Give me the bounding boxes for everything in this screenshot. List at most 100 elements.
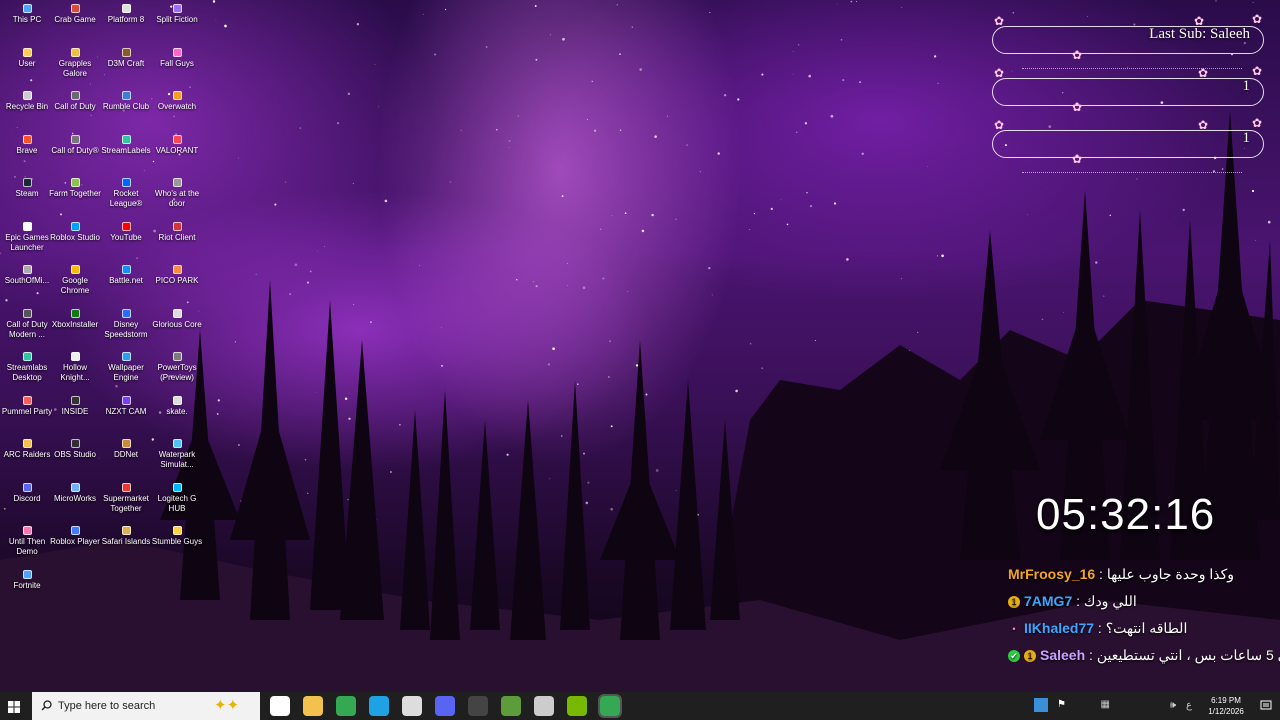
app-icon [172,91,182,100]
volume-icon[interactable]: 🕪 [1170,700,1176,711]
desktop-icon-label: Platform 8 [107,15,145,24]
desktop-icon-who-s-at-the-door[interactable]: Who's at the door [150,176,204,209]
app-icon [172,395,182,405]
desktop-icon-streamlabs-desktop[interactable]: Streamlabs Desktop [0,350,54,383]
desktop-icon-hollow-knight[interactable]: Hollow Knight... [48,350,102,383]
search-placeholder: Type here to search [58,700,156,712]
desktop-icon-recycle-bin[interactable]: Recycle Bin [0,89,54,112]
desktop-icon-inside[interactable]: INSIDE [48,394,102,417]
taskbar-search-box[interactable]: Type here to search ✦✦ [32,692,260,720]
desktop-icon-glorious-core[interactable]: Glorious Core [150,307,204,330]
desktop-icon-nzxt-cam[interactable]: NZXT CAM [99,394,153,417]
network-icon[interactable]: ▦ [1101,699,1110,710]
desktop-icon-until-then-demo[interactable]: Until Then Demo [0,524,54,557]
desktop-icon-grapples-galore[interactable]: Grapples Galore [48,46,102,79]
chat-text: وكذا وحدة جاوب عليها [1106,566,1235,582]
desktop-icon-disney-speedstorm[interactable]: Disney Speedstorm [99,307,153,340]
desktop-icon-battle-net[interactable]: Battle.net [99,263,153,286]
notifications-icon[interactable] [1260,700,1272,712]
desktop-icon-ddnet[interactable]: DDNet [99,437,153,460]
flower-icon: ✿ [994,14,1005,28]
app-icon [70,526,80,535]
edge-icon[interactable] [369,696,389,716]
app-icon [70,395,80,405]
discord-icon[interactable] [435,696,455,716]
desktop-icon-this-pc[interactable]: This PC [0,2,54,25]
app-icon [70,47,80,57]
desktop-icon-call-of-duty-modern[interactable]: Call of Duty Modern ... [0,307,54,340]
task-view-icon[interactable] [270,696,290,716]
desktop-icon-call-of-duty[interactable]: Call of Duty® [48,133,102,156]
taskbar-clock[interactable]: 6:19 PM 1/12/2026 [1198,695,1254,717]
desktop-icon-fortnite[interactable]: Fortnite [0,568,54,591]
desktop-icon-d3m-craft[interactable]: D3M Craft [99,46,153,69]
desktop-icon-pummel-party[interactable]: Pummel Party [0,394,54,417]
desktop-icon-overwatch[interactable]: Overwatch [150,89,204,112]
language-indicator[interactable]: ع [1186,700,1192,711]
app-icon [22,4,32,13]
nvidia-icon[interactable] [567,696,587,716]
desktop-icon-user[interactable]: User [0,46,54,69]
chat-message: ✔ 1 Saleeh : باقي 5 ساعات بس ، انتي تستطيع… [1008,647,1280,664]
app-icon [22,91,32,100]
obs-icon[interactable] [468,696,488,716]
desktop-icon-obs-studio[interactable]: OBS Studio [48,437,102,460]
app-cube-icon[interactable] [534,696,554,716]
app-icon [121,178,131,187]
desktop-icon-label: User [18,58,36,68]
desktop-icon-valorant[interactable]: VALORANT [150,133,204,156]
desktop-icon-youtube[interactable]: YouTube [99,220,153,243]
chrome-icon[interactable] [336,696,356,716]
desktop-icon-arc-raiders[interactable]: ARC Raiders [0,437,54,460]
desktop-icon-farm-together[interactable]: Farm Together [48,176,102,199]
desktop-icon-streamlabels[interactable]: StreamLabels [99,133,153,156]
chat-separator: : [1094,620,1106,636]
desktop-icon-brave[interactable]: Brave [0,133,54,156]
desktop-icon-riot-client[interactable]: Riot Client [150,220,204,243]
desktop-icon-stumble-guys[interactable]: Stumble Guys [150,524,204,547]
desktop-icon-microworks[interactable]: MicroWorks [48,481,102,504]
chat-message: 1 7AMG7 : اللي ودك [1008,593,1268,610]
desktop-icon-powertoys-preview[interactable]: PowerToys (Preview) [150,350,204,383]
desktop-icon-rocket-league[interactable]: Rocket League® [99,176,153,209]
desktop-icon-label: Until Then Demo [8,537,46,556]
desktop-icon-southofmi[interactable]: SouthOfMi... [0,263,54,286]
chrome-2-icon[interactable] [598,694,622,718]
desktop-icon-label: NZXT CAM [105,406,147,416]
app-icon [70,221,80,231]
desktop-icon-crab-game[interactable]: Crab Game [48,2,102,25]
desktop-icon-roblox-player[interactable]: Roblox Player [48,524,102,547]
desktop-icon-epic-games-launcher[interactable]: Epic Games Launcher [0,220,54,253]
app-icon [70,265,80,274]
tray-overflow-icon[interactable]: ⚑ [1057,699,1066,710]
desktop-icon-discord[interactable]: Discord [0,481,54,504]
app-icon [172,221,182,231]
desktop-icon-google-chrome[interactable]: Google Chrome [48,263,102,296]
app-icon [22,569,32,579]
desktop-icon-safari-islands[interactable]: Safari Islands [99,524,153,547]
file-explorer-icon[interactable] [303,696,323,716]
desktop-icon-wallpaper-engine[interactable]: Wallpaper Engine [99,350,153,383]
desktop-icon-fall-guys[interactable]: Fall Guys [150,46,204,69]
desktop-icon-roblox-studio[interactable]: Roblox Studio [48,220,102,243]
desktop-icon-supermarket-together[interactable]: Supermarket Together [99,481,153,514]
flower-icon: ✿ [1198,118,1209,132]
settings-icon[interactable] [402,696,422,716]
desktop-icon-waterpark-simulat[interactable]: Waterpark Simulat... [150,437,204,470]
desktop-icon-label: Riot Client [158,232,196,242]
desktop-icon-split-fiction[interactable]: Split Fiction [150,2,204,25]
desktop-icon-rumble-club[interactable]: Rumble Club [99,89,153,112]
app-icon [121,395,131,405]
desktop-icon-xboxinstaller[interactable]: XboxInstaller [48,307,102,330]
desktop-icon-platform-8[interactable]: Platform 8 [99,2,153,25]
desktop-icon-steam[interactable]: Steam [0,176,54,199]
windows-start-button[interactable] [8,700,20,713]
desktop-icon-label: SouthOfMi... [4,276,50,285]
desktop-icon-skate[interactable]: skate. [150,394,204,417]
app-icon [172,178,182,187]
minecraft-icon[interactable] [501,696,521,716]
desktop-icon-logitech-g-hub[interactable]: Logitech G HUB [150,481,204,514]
tray-app-icon[interactable] [1034,698,1048,712]
desktop-icon-pico-park[interactable]: PICO PARK [150,263,204,286]
desktop-icon-call-of-duty[interactable]: Call of Duty [48,89,102,112]
